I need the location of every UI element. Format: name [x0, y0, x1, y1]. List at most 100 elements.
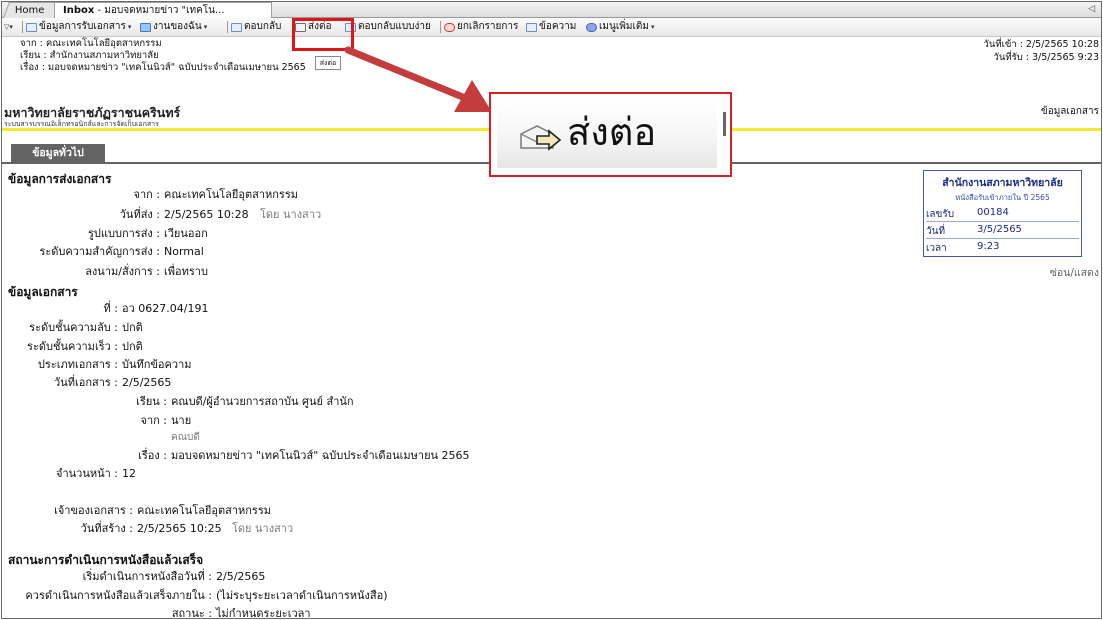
send-format-label: รูปแบบการส่ง : — [88, 227, 160, 240]
receipt-time-value: 9:23 — [977, 241, 1000, 252]
tab-inbox-subtitle: - มอบจดหมายข่าว "เทคโน... — [94, 5, 225, 16]
status-state-label: สถานะ : — [171, 607, 212, 619]
status-start-label: เริ่มดำเนินการหนังสือวันที่ : — [82, 570, 212, 583]
callout-background: ส่งต่อ — [497, 98, 717, 168]
receipt-title: สำนักงานสภามหาวิทยาลัย — [942, 177, 1063, 189]
doc-info-label-right: ข้อมูลเอกสาร — [1040, 106, 1099, 117]
document-icon — [26, 22, 37, 32]
menu-icon — [586, 22, 597, 32]
more-menu-label: เมนูเพิ่มเติม — [599, 21, 649, 32]
header-from: จาก : คณะเทคโนโลยีอุตสาหกรรม — [20, 38, 162, 49]
doc-subject-value: มอบจดหมายข่าว "เทคโนนิวส์" ฉบับประจำเดือ… — [171, 449, 470, 462]
send-sign-label: ลงนาม/สั่งการ : — [85, 265, 160, 278]
callout-label: ส่งต่อ — [567, 110, 657, 154]
reply-simple-label: ตอบกลับแบบง่าย — [358, 21, 431, 32]
receipt-stamp: สำนักงานสภามหาวิทยาลัย หนังสือรับเข้าภาย… — [923, 170, 1082, 257]
send-sign-value: เพื่อทราบ — [164, 265, 208, 278]
header-subject: เรื่อง : มอบจดหมายข่าว "เทคโนนิวส์" ฉบับ… — [20, 62, 306, 73]
chevron-down-icon: ▾ — [650, 23, 655, 31]
doc-type-label: ประเภทเอกสาร : — [37, 358, 118, 371]
header-date-received: วันที่รับ : 3/5/2565 9:23 — [993, 52, 1099, 63]
toolbar-dropdown-button[interactable]: ▽▾ — [4, 18, 13, 36]
tab-scroll-icon[interactable]: ◁ — [1088, 2, 1095, 17]
doc-type-value: บันทึกข้อความ — [122, 358, 192, 371]
receipt-subtitle: หนังสือรับเข้าภายใน ปี 2565 — [955, 193, 1050, 202]
message-button[interactable]: ข้อความ — [526, 18, 576, 36]
tab-inbox[interactable]: Inbox - มอบจดหมายข่าว "เทคโน... — [54, 2, 272, 18]
my-work-button[interactable]: งานของฉัน ▾ — [140, 18, 207, 36]
callout-separator — [723, 112, 726, 136]
status-deadline-value: (ไม่ระบุระยะเวลาดำเนินการหนังสือ) — [216, 589, 388, 602]
toolbar-divider — [22, 21, 23, 33]
reply-icon — [231, 22, 242, 32]
more-menu-button[interactable]: เมนูเพิ่มเติม ▾ — [586, 18, 654, 36]
forward-mail-icon — [520, 125, 561, 151]
doc-owner-value: คณะเทคโนโลยีอุตสาหกรรม — [137, 504, 271, 517]
cancel-icon — [444, 22, 455, 32]
doc-pages-label: จำนวนหน้า : — [56, 467, 118, 480]
toolbar-divider — [440, 21, 441, 33]
send-by: โดย นางสาว — [260, 208, 322, 221]
receipt-number-row: เลขรับ 00184 — [926, 207, 1079, 222]
chevron-down-icon: ▾ — [203, 23, 208, 31]
tab-general-info[interactable]: ข้อมูลทั่วไป — [11, 144, 105, 162]
receipt-time-row: เวลา 9:23 — [926, 241, 1079, 255]
doc-info-button[interactable]: ข้อมูลการรับเอกสาร ▾ — [26, 18, 131, 36]
reply-simple-button[interactable]: ตอบกลับแบบง่าย — [345, 18, 431, 36]
status-state-value: ไม่กำหนดระยะเวลา — [216, 607, 311, 619]
toggle-show-hide-link[interactable]: ซ่อน/แสดง — [1050, 264, 1099, 281]
application-window: Home Inbox - มอบจดหมายข่าว "เทคโน... ◁ ▽… — [1, 1, 1102, 619]
reply-label: ตอบกลับ — [244, 21, 282, 32]
send-priority-label: ระดับความสำคัญการส่ง : — [39, 245, 160, 258]
chevron-down-icon: ▾ — [127, 23, 132, 31]
receipt-time-label: เวลา — [926, 243, 947, 254]
work-icon — [140, 22, 151, 32]
receipt-date-row: วันที่ 3/5/2565 — [926, 224, 1079, 239]
message-header: จาก : คณะเทคโนโลยีอุตสาหกรรม เรียน : สำน… — [20, 38, 306, 74]
status-deadline-label: ควรดำเนินการหนังสือแล้วเสร็จภายใน : — [25, 589, 212, 602]
receipt-number-label: เลขรับ — [926, 209, 955, 220]
receipt-number-value: 00184 — [977, 207, 1009, 218]
doc-no-label: ที่ : — [103, 302, 118, 315]
reply-button[interactable]: ตอบกลับ — [231, 18, 281, 36]
doc-to-label: เรียน : — [136, 395, 167, 408]
status-start-value: 2/5/2565 — [216, 570, 266, 583]
pointer-arrow-icon — [344, 46, 492, 112]
tab-inbox-title: Inbox — [63, 5, 95, 16]
doc-owner-label: เจ้าของเอกสาร : — [54, 504, 133, 517]
doc-speed-value: ปกติ — [122, 340, 143, 353]
send-date-value: 2/5/2565 10:28 — [164, 208, 249, 221]
doc-no-value: อว 0627.04/191 — [122, 302, 209, 315]
message-label: ข้อความ — [539, 21, 577, 32]
doc-info-label: ข้อมูลการรับเอกสาร — [39, 21, 126, 32]
cancel-item-button[interactable]: ยกเลิกรายการ — [444, 18, 518, 36]
doc-created-label: วันที่สร้าง : — [80, 522, 133, 535]
cancel-item-label: ยกเลิกรายการ — [457, 21, 519, 32]
send-date-label: วันที่ส่ง : — [119, 208, 160, 221]
toolbar-divider — [227, 21, 228, 33]
send-from-label: จาก : — [133, 188, 161, 201]
doc-date-value: 2/5/2565 — [122, 376, 172, 389]
send-from-value: คณะเทคโนโลยีอุตสาหกรรม — [164, 188, 298, 201]
receipt-date-label: วันที่ — [926, 226, 946, 237]
doc-created-value: 2/5/2565 10:25 — [137, 522, 222, 535]
doc-speed-label: ระดับชั้นความเร็ว : — [27, 340, 118, 353]
doc-created-by: โดย นางสาว — [232, 522, 294, 535]
send-format-value: เวียนออก — [164, 227, 208, 240]
forward-tooltip: ส่งต่อ — [315, 56, 341, 70]
send-priority-value: Normal — [164, 245, 204, 258]
doc-subject-label: เรื่อง : — [138, 449, 167, 462]
doc-date-label: วันที่เอกสาร : — [54, 376, 118, 389]
receipt-date-value: 3/5/2565 — [977, 224, 1022, 235]
doc-secret-label: ระดับชั้นความลับ : — [29, 321, 118, 334]
doc-from-position: คณบดี — [171, 432, 200, 443]
my-work-label: งานของฉัน — [153, 21, 202, 32]
doc-from-label: จาก : — [140, 414, 168, 427]
doc-from-value: นาย — [171, 414, 192, 427]
tab-home-label: Home — [14, 5, 45, 16]
doc-secret-value: ปกติ — [122, 321, 143, 334]
header-date-in: วันที่เข้า : 2/5/2565 10:28 — [983, 39, 1099, 50]
forward-zoom-callout: ส่งต่อ — [489, 92, 732, 177]
doc-info-heading: ข้อมูลเอกสาร — [8, 285, 78, 299]
tab-strip: Home Inbox - มอบจดหมายข่าว "เทคโน... ◁ — [2, 2, 1101, 18]
